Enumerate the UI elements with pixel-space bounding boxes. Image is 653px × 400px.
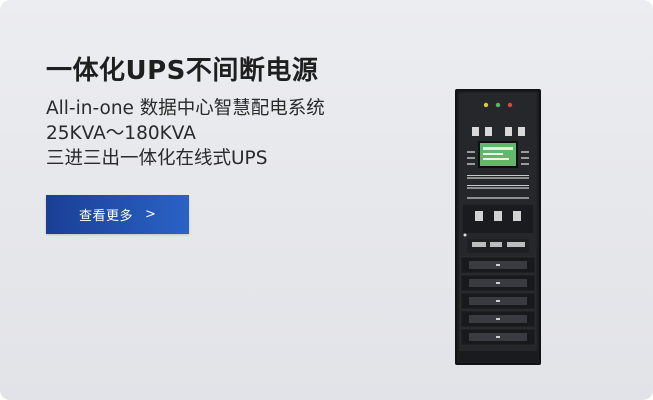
banner-card: 一体化UPS不间断电源 All-in-one 数据中心智慧配电系统 25KVA～… — [0, 0, 653, 400]
chevron-right-icon: > — [145, 207, 156, 222]
view-more-label: 查看更多 — [79, 209, 134, 224]
banner-title: 一体化UPS不间断电源 — [46, 56, 319, 86]
subtitle-line-1: All-in-one 数据中心智慧配电系统 — [46, 98, 325, 119]
subtitle-line-2: 25KVA～180KVA — [46, 123, 196, 144]
ups-cabinet-image — [455, 89, 541, 365]
banner-subtitle: All-in-one 数据中心智慧配电系统 25KVA～180KVA 三进三出一… — [46, 96, 325, 171]
view-more-button[interactable]: 查看更多 > — [46, 195, 189, 234]
subtitle-line-3: 三进三出一体化在线式UPS — [46, 148, 268, 169]
